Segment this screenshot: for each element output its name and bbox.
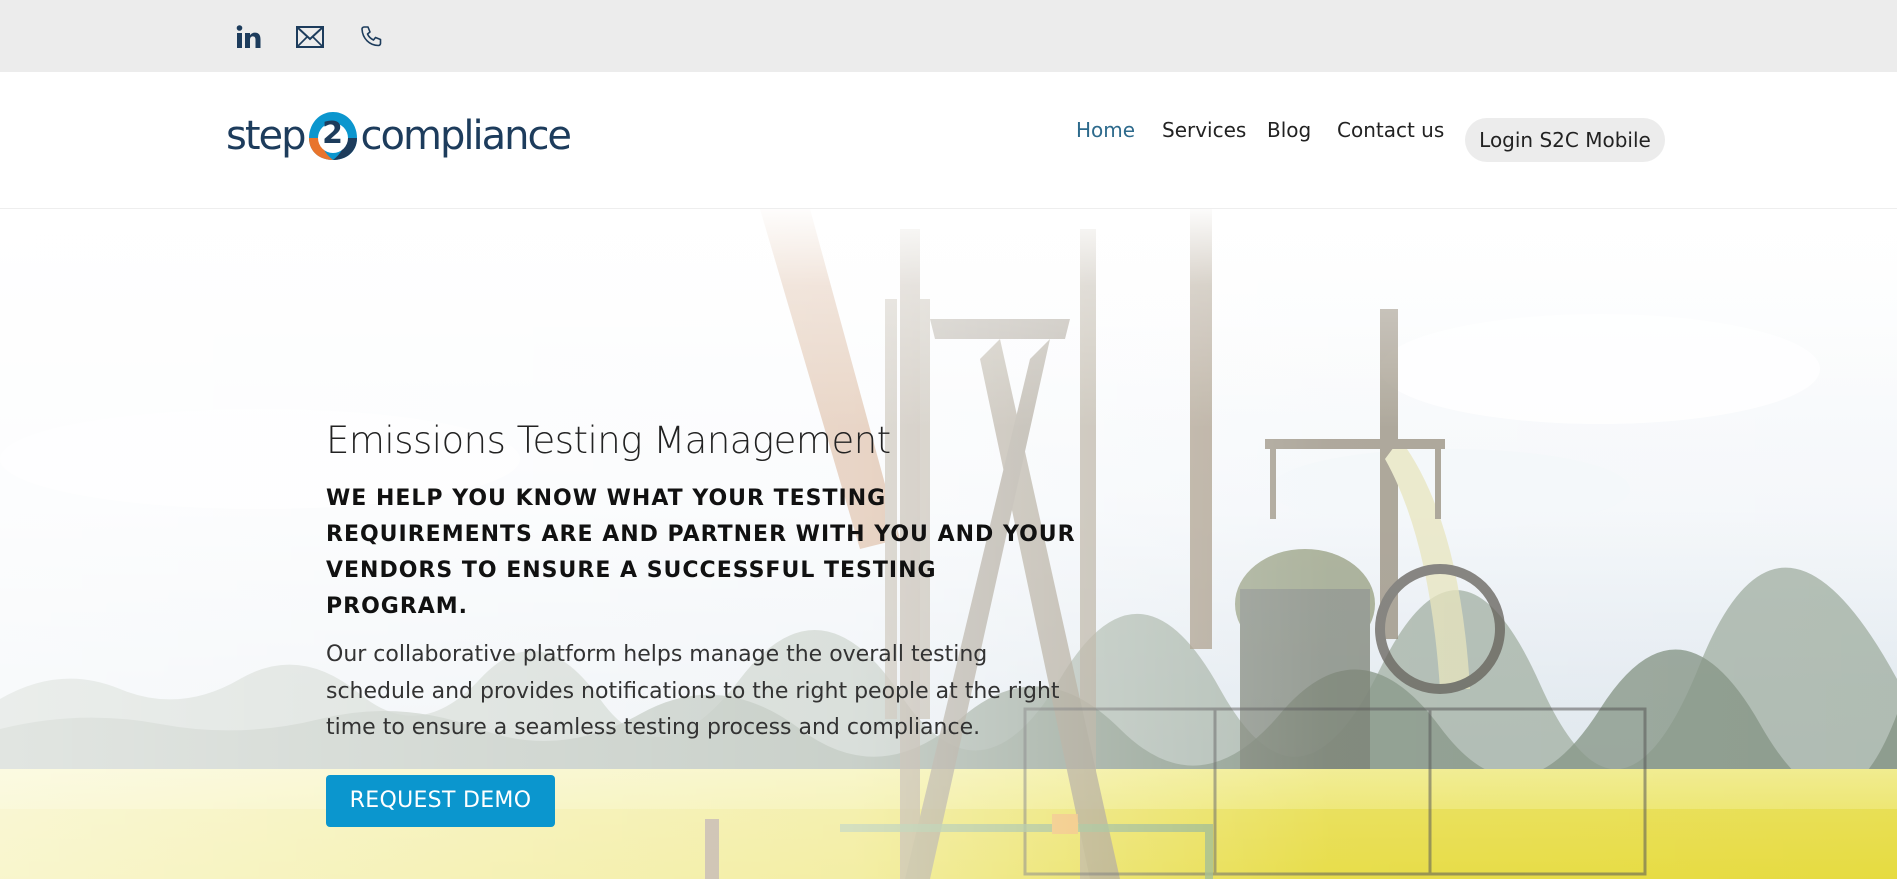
logo-text-left: step — [226, 113, 307, 159]
hero-description: Our collaborative platform helps manage … — [326, 642, 1060, 741]
hero-content: Emissions Testing Management WE HELP YOU… — [326, 419, 1086, 827]
site-header: step 2 compliance Home Services Blog Con… — [0, 72, 1897, 209]
logo-badge: 2 — [307, 110, 359, 162]
envelope-icon[interactable] — [293, 20, 327, 54]
top-bar — [0, 0, 1897, 72]
logo-text-right: compliance — [360, 113, 573, 159]
step2compliance-logo[interactable]: step 2 compliance — [226, 108, 572, 164]
hero-subtitle: WE HELP YOU KNOW WHAT YOUR TESTING REQUI… — [326, 486, 1076, 620]
linkedin-icon[interactable] — [232, 20, 266, 54]
hero-title: Emissions Testing Management — [326, 419, 891, 462]
phone-icon[interactable] — [354, 20, 388, 54]
nav-blog[interactable]: Blog — [1267, 118, 1311, 142]
hero-section: Emissions Testing Management WE HELP YOU… — [0, 209, 1897, 879]
nav-contact-us[interactable]: Contact us — [1337, 118, 1444, 142]
request-demo-button[interactable]: REQUEST DEMO — [326, 774, 555, 827]
logo-badge-number: 2 — [322, 116, 343, 151]
nav-services[interactable]: Services — [1162, 118, 1246, 142]
login-s2c-mobile-button[interactable]: Login S2C Mobile — [1465, 118, 1665, 162]
nav-home[interactable]: Home — [1076, 118, 1135, 142]
